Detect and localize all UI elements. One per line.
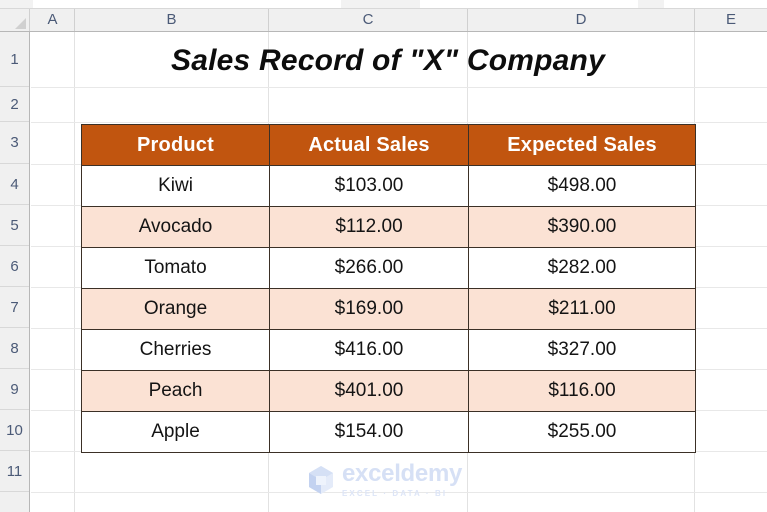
cell-actual-sales[interactable]: $103.00 — [269, 165, 469, 207]
table-row[interactable]: Cherries $416.00 $327.00 — [81, 329, 696, 371]
select-all-triangle-icon — [15, 18, 26, 29]
gridline-row-11-12 — [31, 492, 767, 493]
row-header-2[interactable]: 2 — [0, 87, 29, 122]
top-chrome-strip — [0, 0, 767, 9]
column-header-e[interactable]: E — [695, 9, 767, 31]
cell-actual-sales[interactable]: $401.00 — [269, 370, 469, 412]
column-header-product[interactable]: Product — [81, 124, 270, 166]
cell-expected-sales[interactable]: $255.00 — [468, 411, 696, 453]
row-header-5[interactable]: 5 — [0, 205, 29, 246]
column-header-actual-sales[interactable]: Actual Sales — [269, 124, 469, 166]
table-row[interactable]: Tomato $266.00 $282.00 — [81, 247, 696, 289]
chrome-gap-3 — [664, 0, 767, 8]
select-all-corner-button[interactable] — [0, 9, 30, 31]
row-header-8[interactable]: 8 — [0, 328, 29, 369]
column-header-expected-sales[interactable]: Expected Sales — [468, 124, 696, 166]
column-header-c[interactable]: C — [269, 9, 468, 31]
cell-expected-sales[interactable]: $282.00 — [468, 247, 696, 289]
column-header-d[interactable]: D — [468, 9, 695, 31]
sales-record-table[interactable]: Product Actual Sales Expected Sales Kiwi… — [81, 124, 696, 453]
cell-actual-sales[interactable]: $154.00 — [269, 411, 469, 453]
row-header-4[interactable]: 4 — [0, 164, 29, 205]
chrome-gap-2 — [420, 0, 638, 8]
cell-expected-sales[interactable]: $390.00 — [468, 206, 696, 248]
row-header-7[interactable]: 7 — [0, 287, 29, 328]
sheet-title[interactable]: Sales Record of "X" Company — [81, 33, 695, 88]
cell-product[interactable]: Cherries — [81, 329, 270, 371]
cell-product[interactable]: Tomato — [81, 247, 270, 289]
cell-actual-sales[interactable]: $416.00 — [269, 329, 469, 371]
table-row[interactable]: Kiwi $103.00 $498.00 — [81, 165, 696, 207]
column-header-a[interactable]: A — [31, 9, 75, 31]
row-header-bar: 1 2 3 4 5 6 7 8 9 10 11 — [0, 32, 30, 512]
table-row[interactable]: Apple $154.00 $255.00 — [81, 411, 696, 453]
column-header-b[interactable]: B — [75, 9, 269, 31]
spreadsheet-canvas: A B C D E 1 2 3 4 5 6 7 8 9 10 11 Sales … — [0, 0, 767, 512]
table-row[interactable]: Peach $401.00 $116.00 — [81, 370, 696, 412]
row-header-11[interactable]: 11 — [0, 451, 29, 492]
cell-expected-sales[interactable]: $211.00 — [468, 288, 696, 330]
cell-expected-sales[interactable]: $498.00 — [468, 165, 696, 207]
row-header-3[interactable]: 3 — [0, 122, 29, 164]
table-row[interactable]: Orange $169.00 $211.00 — [81, 288, 696, 330]
row-header-10[interactable]: 10 — [0, 410, 29, 451]
table-header-row: Product Actual Sales Expected Sales — [81, 124, 696, 166]
cell-actual-sales[interactable]: $266.00 — [269, 247, 469, 289]
cell-expected-sales[interactable]: $327.00 — [468, 329, 696, 371]
cell-product[interactable]: Kiwi — [81, 165, 270, 207]
cell-expected-sales[interactable]: $116.00 — [468, 370, 696, 412]
table-body: Kiwi $103.00 $498.00 Avocado $112.00 $39… — [81, 165, 696, 453]
table-row[interactable]: Avocado $112.00 $390.00 — [81, 206, 696, 248]
gridline-row-2-3 — [31, 122, 767, 123]
row-header-6[interactable]: 6 — [0, 246, 29, 287]
cell-product[interactable]: Avocado — [81, 206, 270, 248]
cell-product[interactable]: Peach — [81, 370, 270, 412]
cell-product[interactable]: Orange — [81, 288, 270, 330]
cell-product[interactable]: Apple — [81, 411, 270, 453]
gridline-col-a-b — [74, 32, 75, 512]
column-header-bar: A B C D E — [0, 9, 767, 32]
cell-actual-sales[interactable]: $112.00 — [269, 206, 469, 248]
chrome-gap-1 — [33, 0, 341, 8]
cell-actual-sales[interactable]: $169.00 — [269, 288, 469, 330]
row-header-1[interactable]: 1 — [0, 32, 29, 87]
row-header-9[interactable]: 9 — [0, 369, 29, 410]
